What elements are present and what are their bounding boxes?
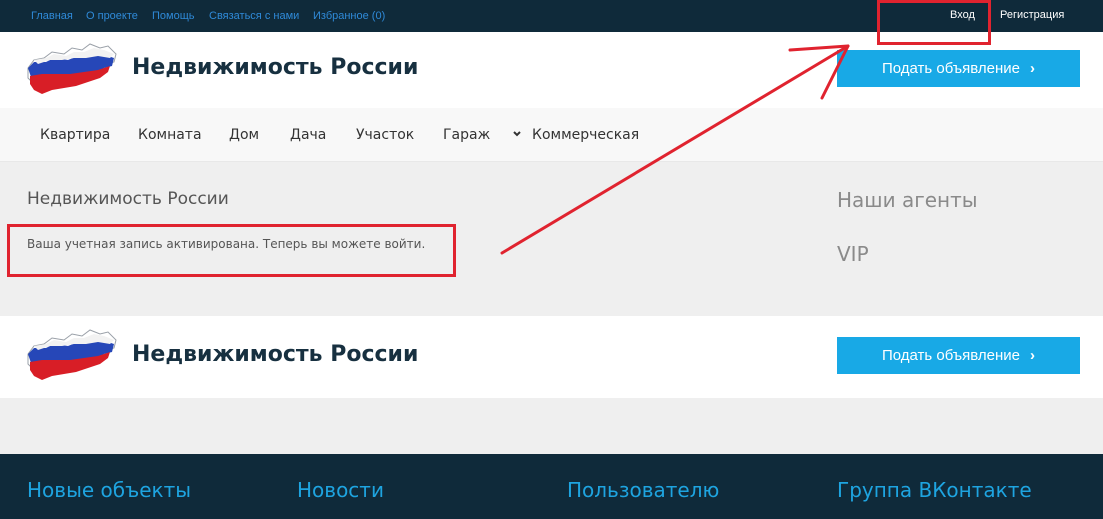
top-link-home[interactable]: Главная (31, 10, 73, 22)
footer-heading-user[interactable]: Пользователю (567, 478, 719, 502)
top-link-favorites[interactable]: Избранное (0) (313, 10, 385, 22)
nav-item-garage[interactable]: Гараж (443, 127, 490, 143)
footer-heading-news[interactable]: Новости (297, 478, 384, 502)
vip-heading: VIP (837, 242, 869, 266)
footer-post-ad-label: Подать объявление (881, 347, 1021, 364)
top-link-help[interactable]: Помощь (152, 10, 195, 22)
nav-item-land[interactable]: Участок (356, 127, 414, 143)
chevron-down-icon (512, 126, 522, 143)
top-link-about[interactable]: О проекте (86, 10, 138, 22)
footer-post-ad-button[interactable]: Подать объявление › (837, 337, 1080, 374)
footer-site-title[interactable]: Недвижимость России (132, 342, 418, 367)
chevron-right-icon: › (1030, 60, 1036, 77)
footer-heading-new-objects[interactable]: Новые объекты (27, 478, 191, 502)
post-ad-button[interactable]: Подать объявление › (837, 50, 1080, 87)
register-link[interactable]: Регистрация (1000, 9, 1064, 21)
post-ad-button-label: Подать объявление (881, 60, 1021, 77)
nav-item-apartment[interactable]: Квартира (40, 127, 110, 143)
nav-item-room[interactable]: Комната (138, 127, 202, 143)
site-title[interactable]: Недвижимость России (132, 55, 418, 80)
page-title: Недвижимость России (27, 189, 229, 209)
russia-flag-map-logo[interactable] (24, 42, 120, 98)
footer-heading-vk-group[interactable]: Группа ВКонтакте (837, 478, 1032, 502)
nav-item-dacha[interactable]: Дача (290, 127, 326, 143)
nav-item-commercial[interactable]: Коммерческая (532, 127, 639, 143)
chevron-right-icon: › (1030, 347, 1036, 364)
nav-item-house[interactable]: Дом (229, 127, 259, 143)
spacer (0, 398, 1103, 454)
agents-heading: Наши агенты (837, 188, 978, 212)
annotation-box-message (7, 224, 456, 277)
annotation-box-login (877, 0, 991, 45)
top-link-contact[interactable]: Связаться с нами (209, 10, 299, 22)
russia-flag-map-logo-footer[interactable] (24, 328, 120, 384)
